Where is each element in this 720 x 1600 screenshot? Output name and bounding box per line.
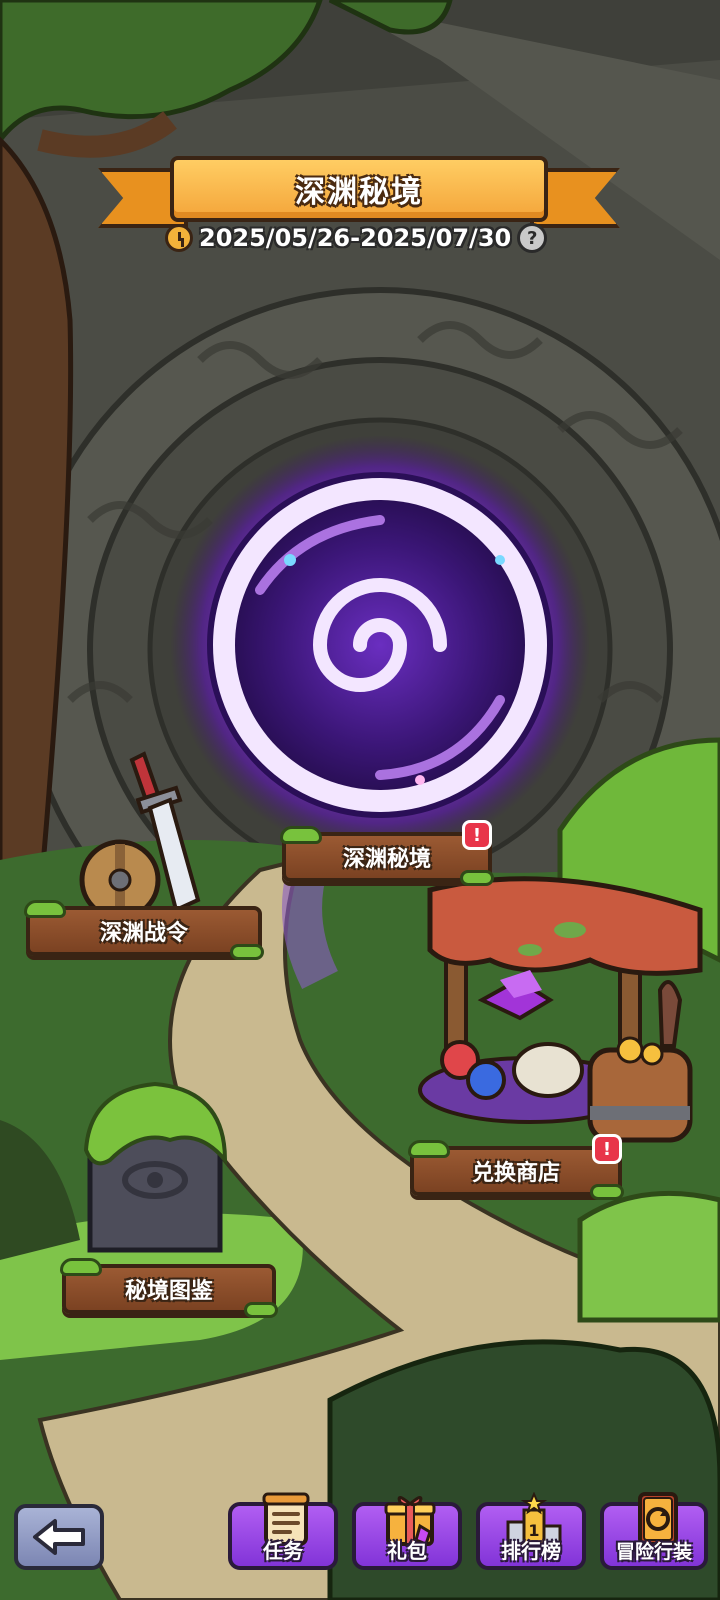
sign-realm-codex[interactable]: 秘境图鉴	[60, 1258, 278, 1318]
sign-label: 深渊秘境	[342, 847, 431, 872]
banner-plate: 深渊秘境	[170, 156, 548, 222]
tasks-label: 任务	[263, 1539, 303, 1563]
moss-decoration	[60, 1258, 102, 1276]
sign-battle-pass[interactable]: 深渊战令	[24, 900, 264, 960]
tasks-button[interactable]: 任务	[228, 1492, 338, 1570]
game-scene: 深渊秘境 2025/05/26-2025/07/30 ? 深渊秘境 ! 深渊战令…	[0, 0, 720, 1600]
adventure-gear-button[interactable]: 冒险行装	[600, 1492, 708, 1570]
ranking-button[interactable]: 1 排行榜	[476, 1492, 586, 1570]
clock-icon	[165, 224, 193, 252]
event-title: 深渊秘境	[295, 175, 423, 210]
moss-decoration	[460, 870, 494, 886]
moss-decoration	[590, 1184, 624, 1200]
ranking-label: 排行榜	[501, 1539, 561, 1563]
arrow-left-icon	[33, 1519, 85, 1555]
sign-label: 秘境图鉴	[124, 1279, 213, 1304]
sign-label: 深渊战令	[99, 921, 188, 946]
portal-hotspot[interactable]	[200, 460, 560, 820]
adventure-gear-label: 冒险行装	[615, 1541, 692, 1563]
sign-exchange-shop[interactable]: 兑换商店 !	[408, 1134, 624, 1200]
moss-decoration	[408, 1140, 450, 1158]
moss-decoration	[244, 1302, 278, 1318]
date-range: 2025/05/26-2025/07/30	[199, 224, 512, 252]
sign-label: 兑换商店	[471, 1161, 560, 1186]
gift-label: 礼包	[387, 1539, 427, 1563]
gift-pack-button[interactable]: 礼包	[352, 1496, 462, 1570]
alert-badge: !	[462, 820, 492, 850]
back-button[interactable]	[14, 1504, 104, 1570]
moss-decoration	[280, 826, 322, 844]
sign-abyss-realm[interactable]: 深渊秘境 !	[280, 820, 494, 886]
moss-decoration	[230, 944, 264, 960]
event-dates: 2025/05/26-2025/07/30 ?	[165, 218, 555, 258]
alert-badge: !	[592, 1134, 622, 1164]
moss-decoration	[24, 900, 66, 918]
help-button[interactable]: ?	[517, 223, 548, 253]
